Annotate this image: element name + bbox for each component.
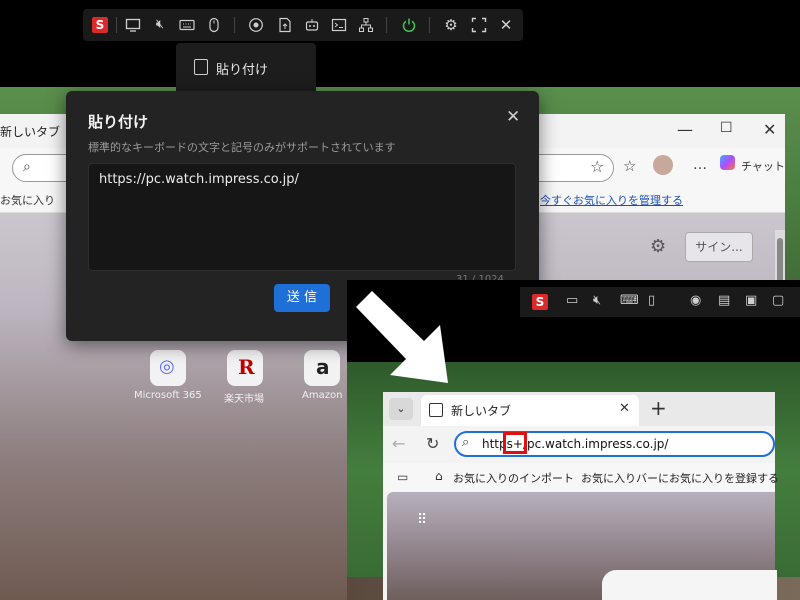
tab-close-icon: ✕ xyxy=(619,401,630,416)
quicklink-microsoft365[interactable]: ◎ xyxy=(150,350,186,386)
toolbar-divider xyxy=(386,17,387,33)
robot-icon[interactable] xyxy=(304,17,320,33)
close-icon[interactable]: ✕ xyxy=(498,17,514,33)
send-button[interactable]: 送 信 xyxy=(274,284,330,312)
fav-manage-link[interactable]: 今すぐお気に入りを管理する xyxy=(540,192,683,208)
monitor-icon[interactable] xyxy=(125,17,141,33)
quicklink-label: Amazon xyxy=(302,390,343,401)
search-icon: ⌕ xyxy=(462,435,470,450)
import-icon: ⌂ xyxy=(435,469,443,483)
quicklink-rakuten[interactable]: R xyxy=(227,350,263,386)
robot-icon: ▣ xyxy=(745,293,758,308)
microsoft365-icon: ◎ xyxy=(159,356,175,377)
copilot-label[interactable]: チャット xyxy=(741,158,785,174)
minimize-icon[interactable]: — xyxy=(677,120,693,139)
inset-favorites-bar: ▭ ⌂ お気に入りのインポート お気に入りバーにお気に入りを登録する xyxy=(383,463,779,491)
more-icon[interactable]: … xyxy=(693,157,707,173)
dialog-title: 貼り付け xyxy=(88,113,149,131)
toolbar-divider xyxy=(234,17,235,33)
fav-bar-hint: お気に入りバーにお気に入りを登録する xyxy=(581,472,779,485)
copilot-icon[interactable] xyxy=(720,155,735,170)
window-close-icon[interactable]: ✕ xyxy=(763,120,776,139)
toolbar-dropdown-menu: 貼り付け xyxy=(176,43,316,97)
apps-grid-icon: ⠿ xyxy=(417,512,429,528)
arrow-icon xyxy=(356,291,448,383)
quicklink-label: Microsoft 365 xyxy=(134,390,202,401)
fav-import-label: お気に入りのインポート xyxy=(453,472,574,485)
avatar[interactable] xyxy=(653,155,673,175)
inset-page: ⠿ xyxy=(387,492,777,600)
menu-item-paste[interactable]: 貼り付け xyxy=(216,59,268,78)
inset-search-box xyxy=(602,570,777,600)
mouse-icon[interactable] xyxy=(206,17,222,33)
search-icon: ⌕ xyxy=(23,159,31,175)
signin-button[interactable]: サイン... xyxy=(685,232,753,262)
toolbar-divider xyxy=(116,17,117,33)
fullscreen-icon[interactable] xyxy=(471,17,487,33)
terminal-icon[interactable] xyxy=(331,17,347,33)
highlight-box xyxy=(503,432,527,454)
network-icon[interactable] xyxy=(358,17,374,33)
inset-tab: 新しいタブ ✕ xyxy=(421,395,639,426)
reading-icon: ▭ xyxy=(397,470,409,484)
paste-textarea[interactable]: https://pc.watch.impress.co.jp/ xyxy=(88,163,516,271)
app-logo: S xyxy=(532,294,548,310)
settings-gear-icon[interactable]: ⚙ xyxy=(650,236,666,257)
maximize-icon[interactable]: ☐ xyxy=(720,120,733,136)
mouse-icon: ▯ xyxy=(648,293,656,308)
new-tab-icon: + xyxy=(650,396,667,420)
address-rest: pc.watch.impress.co.jp/ xyxy=(527,437,669,451)
record-icon[interactable] xyxy=(248,17,264,33)
mute-icon: 🔇︎ xyxy=(593,293,602,308)
remote-toolbar: S 🔇︎ ⚙ ✕ xyxy=(83,9,523,41)
tab-actions-icon: ⌄ xyxy=(389,398,413,420)
keyboard-icon[interactable] xyxy=(179,17,195,33)
toolbar-divider xyxy=(429,17,430,33)
app-logo[interactable]: S xyxy=(92,17,108,33)
quicklink-amazon[interactable]: a xyxy=(304,350,340,386)
refresh-icon: ↻ xyxy=(426,434,440,453)
back-icon: ← xyxy=(392,434,406,453)
mute-icon[interactable]: 🔇︎ xyxy=(152,17,168,33)
tab-page-icon xyxy=(429,403,443,417)
power-icon[interactable] xyxy=(401,17,417,33)
edge-tab-label[interactable]: 新しいタブ xyxy=(0,123,60,140)
record-icon: ◉ xyxy=(690,293,702,308)
rakuten-icon: R xyxy=(238,355,255,379)
clipboard-icon xyxy=(194,59,208,75)
gear-icon[interactable]: ⚙ xyxy=(443,17,459,33)
inset-tab-label: 新しいタブ xyxy=(451,404,512,418)
close-icon[interactable]: ✕ xyxy=(506,107,520,127)
amazon-icon: a xyxy=(316,355,330,379)
inset-toolbar: S ▭ 🔇︎ ⌨ ▯ ◉ ▤ ▣ ▢ xyxy=(520,287,800,317)
fav-folder-label[interactable]: お気に入り xyxy=(0,192,55,208)
file-transfer-icon: ▤ xyxy=(718,293,731,308)
keyboard-icon: ⌨ xyxy=(620,293,639,308)
star-icon[interactable]: ☆ xyxy=(590,157,604,176)
favorites-icon[interactable]: ☆ xyxy=(623,157,636,175)
terminal-icon: ▢ xyxy=(772,293,785,308)
file-transfer-icon[interactable] xyxy=(277,17,293,33)
monitor-icon: ▭ xyxy=(566,293,579,308)
quicklink-label: 楽天市場 xyxy=(224,394,264,405)
dialog-subtitle: 標準的なキーボードの文字と記号のみがサポートされています xyxy=(88,141,396,154)
